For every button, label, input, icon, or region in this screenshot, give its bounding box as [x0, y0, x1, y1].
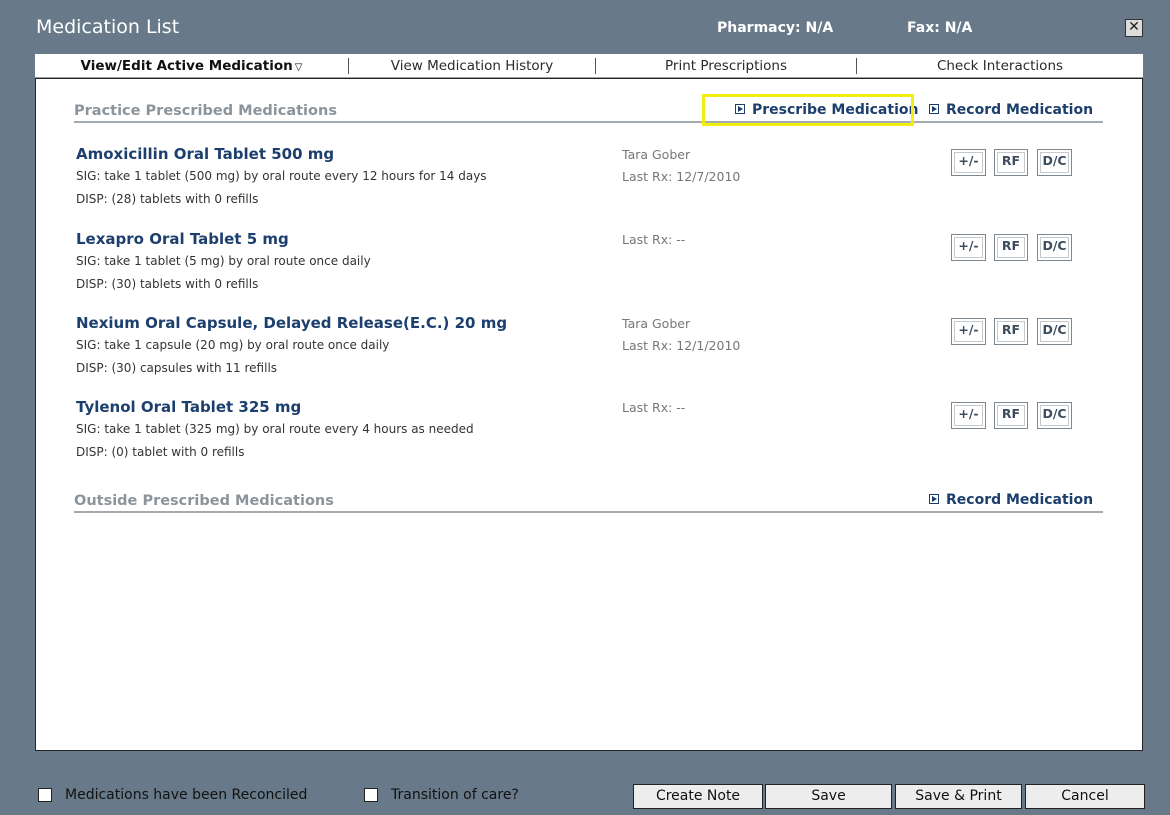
- discontinue-button[interactable]: D/C: [1037, 318, 1072, 345]
- window-title: Medication List: [36, 16, 180, 38]
- tab-check-interactions[interactable]: Check Interactions: [857, 54, 1143, 78]
- adjust-button[interactable]: +/-: [951, 402, 986, 429]
- adjust-button[interactable]: +/-: [951, 318, 986, 345]
- medication-last-rx: Last Rx: 12/1/2010: [622, 338, 741, 353]
- medication-prescriber: Tara Gober: [622, 316, 691, 331]
- reconciled-checkbox[interactable]: [38, 788, 52, 802]
- medication-last-rx: Last Rx: 12/7/2010: [622, 169, 741, 184]
- practice-section-title: Practice Prescribed Medications: [74, 103, 337, 119]
- save-button[interactable]: Save: [765, 784, 892, 809]
- tab-view-medication-history[interactable]: View Medication History: [349, 54, 595, 78]
- cancel-button[interactable]: Cancel: [1025, 784, 1145, 809]
- title-bar: Medication List Pharmacy: N/A Fax: N/A ✕: [0, 0, 1170, 44]
- filter-dropdown-icon[interactable]: ▽: [295, 62, 303, 73]
- medication-sig: SIG: take 1 capsule (20 mg) by oral rout…: [76, 338, 390, 352]
- outside-record-medication-label: Record Medication: [946, 492, 1094, 508]
- tab-label: View Medication History: [390, 58, 554, 74]
- fax-label: Fax: N/A: [907, 20, 973, 36]
- pharmacy-label: Pharmacy: N/A: [717, 20, 834, 36]
- medication-name[interactable]: Tylenol Oral Tablet 325 mg: [76, 398, 301, 416]
- medication-prescriber: Tara Gober: [622, 147, 691, 162]
- medication-row: Amoxicillin Oral Tablet 500 mg SIG: take…: [76, 145, 1106, 225]
- highlight-box: [702, 94, 914, 126]
- create-note-button[interactable]: Create Note: [633, 784, 763, 809]
- footer-bar: Medications have been Reconciled Transit…: [0, 780, 1170, 815]
- outside-record-medication-link[interactable]: Record Medication: [929, 492, 1093, 508]
- medication-sig: SIG: take 1 tablet (5 mg) by oral route …: [76, 254, 371, 268]
- medication-name[interactable]: Lexapro Oral Tablet 5 mg: [76, 230, 289, 248]
- medication-sig: SIG: take 1 tablet (325 mg) by oral rout…: [76, 422, 474, 436]
- transition-of-care-checkbox[interactable]: [364, 788, 378, 802]
- record-medication-label: Record Medication: [946, 102, 1094, 118]
- adjust-button[interactable]: +/-: [951, 234, 986, 261]
- tab-view-edit-active-medication[interactable]: View/Edit Active Medication ▽: [35, 54, 348, 78]
- medication-sig: SIG: take 1 tablet (500 mg) by oral rout…: [76, 169, 487, 183]
- close-icon: ✕: [1128, 19, 1140, 35]
- adjust-button[interactable]: +/-: [951, 149, 986, 176]
- medication-disp: DISP: (0) tablet with 0 refills: [76, 445, 245, 459]
- close-button[interactable]: ✕: [1125, 19, 1143, 37]
- discontinue-button[interactable]: D/C: [1037, 234, 1072, 261]
- medication-row: Tylenol Oral Tablet 325 mg SIG: take 1 t…: [76, 398, 1106, 478]
- refill-button[interactable]: RF: [994, 402, 1028, 429]
- medication-name[interactable]: Nexium Oral Capsule, Delayed Release(E.C…: [76, 314, 507, 332]
- medication-row: Lexapro Oral Tablet 5 mg SIG: take 1 tab…: [76, 230, 1106, 310]
- medication-name[interactable]: Amoxicillin Oral Tablet 500 mg: [76, 145, 334, 163]
- medication-row: Nexium Oral Capsule, Delayed Release(E.C…: [76, 314, 1106, 394]
- refill-button[interactable]: RF: [994, 318, 1028, 345]
- tab-label: Print Prescriptions: [664, 58, 788, 74]
- tab-label: View/Edit Active Medication: [80, 58, 293, 74]
- outside-section-title: Outside Prescribed Medications: [74, 493, 334, 509]
- discontinue-button[interactable]: D/C: [1037, 149, 1072, 176]
- record-medication-link[interactable]: Record Medication: [929, 102, 1093, 118]
- tab-label: Check Interactions: [936, 58, 1064, 74]
- refill-button[interactable]: RF: [994, 149, 1028, 176]
- outside-section-header: Outside Prescribed Medications Record Me…: [74, 489, 1103, 513]
- tab-bar: View/Edit Active Medication ▽ View Medica…: [35, 54, 1143, 78]
- medication-panel: Practice Prescribed Medications Prescrib…: [35, 78, 1143, 751]
- save-and-print-button[interactable]: Save & Print: [895, 784, 1022, 809]
- play-arrow-icon: [929, 104, 939, 114]
- medication-disp: DISP: (30) tablets with 0 refills: [76, 277, 259, 291]
- practice-section-header: Practice Prescribed Medications Prescrib…: [74, 99, 1103, 123]
- transition-of-care-label: Transition of care?: [391, 787, 519, 803]
- play-arrow-icon: [929, 494, 939, 504]
- medication-last-rx: Last Rx: --: [622, 400, 686, 415]
- medication-disp: DISP: (28) tablets with 0 refills: [76, 192, 259, 206]
- medication-disp: DISP: (30) capsules with 11 refills: [76, 361, 278, 375]
- refill-button[interactable]: RF: [994, 234, 1028, 261]
- reconciled-label: Medications have been Reconciled: [65, 787, 308, 803]
- tab-print-prescriptions[interactable]: Print Prescriptions: [596, 54, 856, 78]
- medication-last-rx: Last Rx: --: [622, 232, 686, 247]
- discontinue-button[interactable]: D/C: [1037, 402, 1072, 429]
